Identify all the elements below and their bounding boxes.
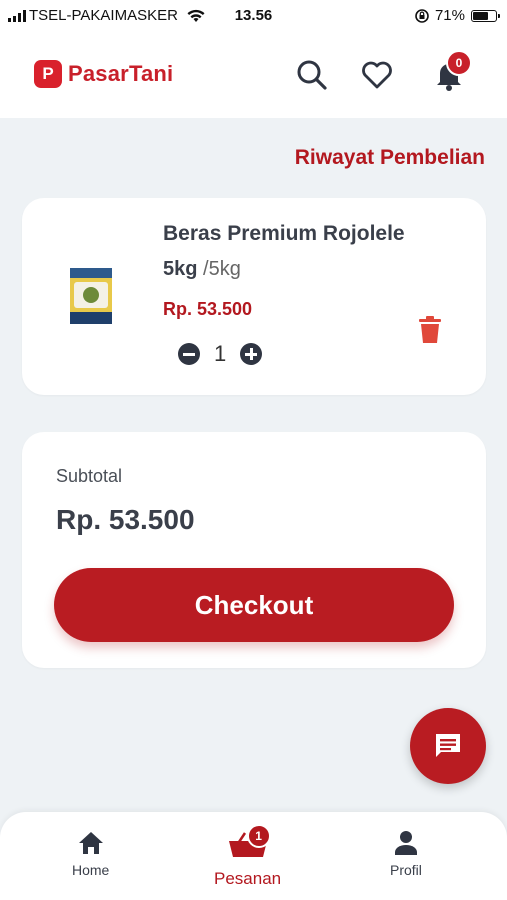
bottom-navigation: Home 1 Pesanan Profil — [0, 812, 507, 900]
status-right: 71% — [415, 7, 500, 24]
search-icon[interactable] — [295, 58, 329, 92]
order-summary-card: Subtotal Rp. 53.500 Checkout — [22, 432, 486, 668]
subtotal-value: Rp. 53.500 — [56, 504, 195, 535]
app-name: PasarTani — [68, 61, 174, 86]
notification-button[interactable]: 0 — [432, 50, 472, 92]
product-price: Rp. 53.500 — [163, 299, 253, 319]
nav-orders-label: Pesanan — [214, 869, 282, 888]
app-logo[interactable]: P PasarTani — [34, 60, 173, 88]
subtotal-label: Subtotal — [56, 466, 123, 486]
product-weight-value: 5kg — [163, 258, 198, 280]
quantity-value: 1 — [214, 341, 227, 366]
home-icon — [78, 832, 103, 854]
rotation-lock-icon — [415, 8, 429, 23]
product-unit: /5kg — [203, 258, 241, 280]
orders-badge: 1 — [246, 824, 271, 848]
battery-icon — [471, 9, 500, 22]
app-header: P PasarTani 0 — [0, 30, 507, 118]
nav-orders[interactable]: 1 Pesanan — [214, 824, 282, 889]
quantity-stepper: 1 — [178, 341, 263, 367]
chat-button[interactable] — [410, 708, 486, 784]
product-name: Beras Premium Rojolele — [163, 222, 405, 245]
battery-percent: 71% — [434, 7, 465, 24]
checkout-button[interactable]: Checkout — [54, 568, 454, 642]
decrease-quantity-button[interactable] — [178, 343, 200, 365]
nav-home-label: Home — [72, 862, 110, 878]
user-icon — [394, 831, 417, 855]
product-weight: 5kg /5kg — [163, 258, 241, 281]
nav-profile-label: Profil — [390, 862, 422, 878]
heart-icon[interactable] — [360, 58, 394, 92]
orders-icon-wrap: 1 — [225, 824, 271, 863]
chat-icon — [436, 734, 460, 757]
notification-badge: 0 — [446, 50, 472, 76]
logo-mark: P — [34, 60, 62, 88]
increase-quantity-button[interactable] — [240, 343, 263, 365]
status-bar: TSEL-PAKAIMASKER 13.56 71% — [0, 0, 507, 30]
trash-icon[interactable] — [418, 316, 442, 344]
nav-home[interactable]: Home — [72, 830, 109, 878]
purchase-history-link[interactable]: Riwayat Pembelian — [295, 146, 485, 170]
cart-item-card: Beras Premium Rojolele 5kg /5kg Rp. 53.5… — [22, 198, 486, 395]
nav-profile[interactable]: Profil — [390, 830, 422, 878]
product-image — [70, 268, 112, 324]
